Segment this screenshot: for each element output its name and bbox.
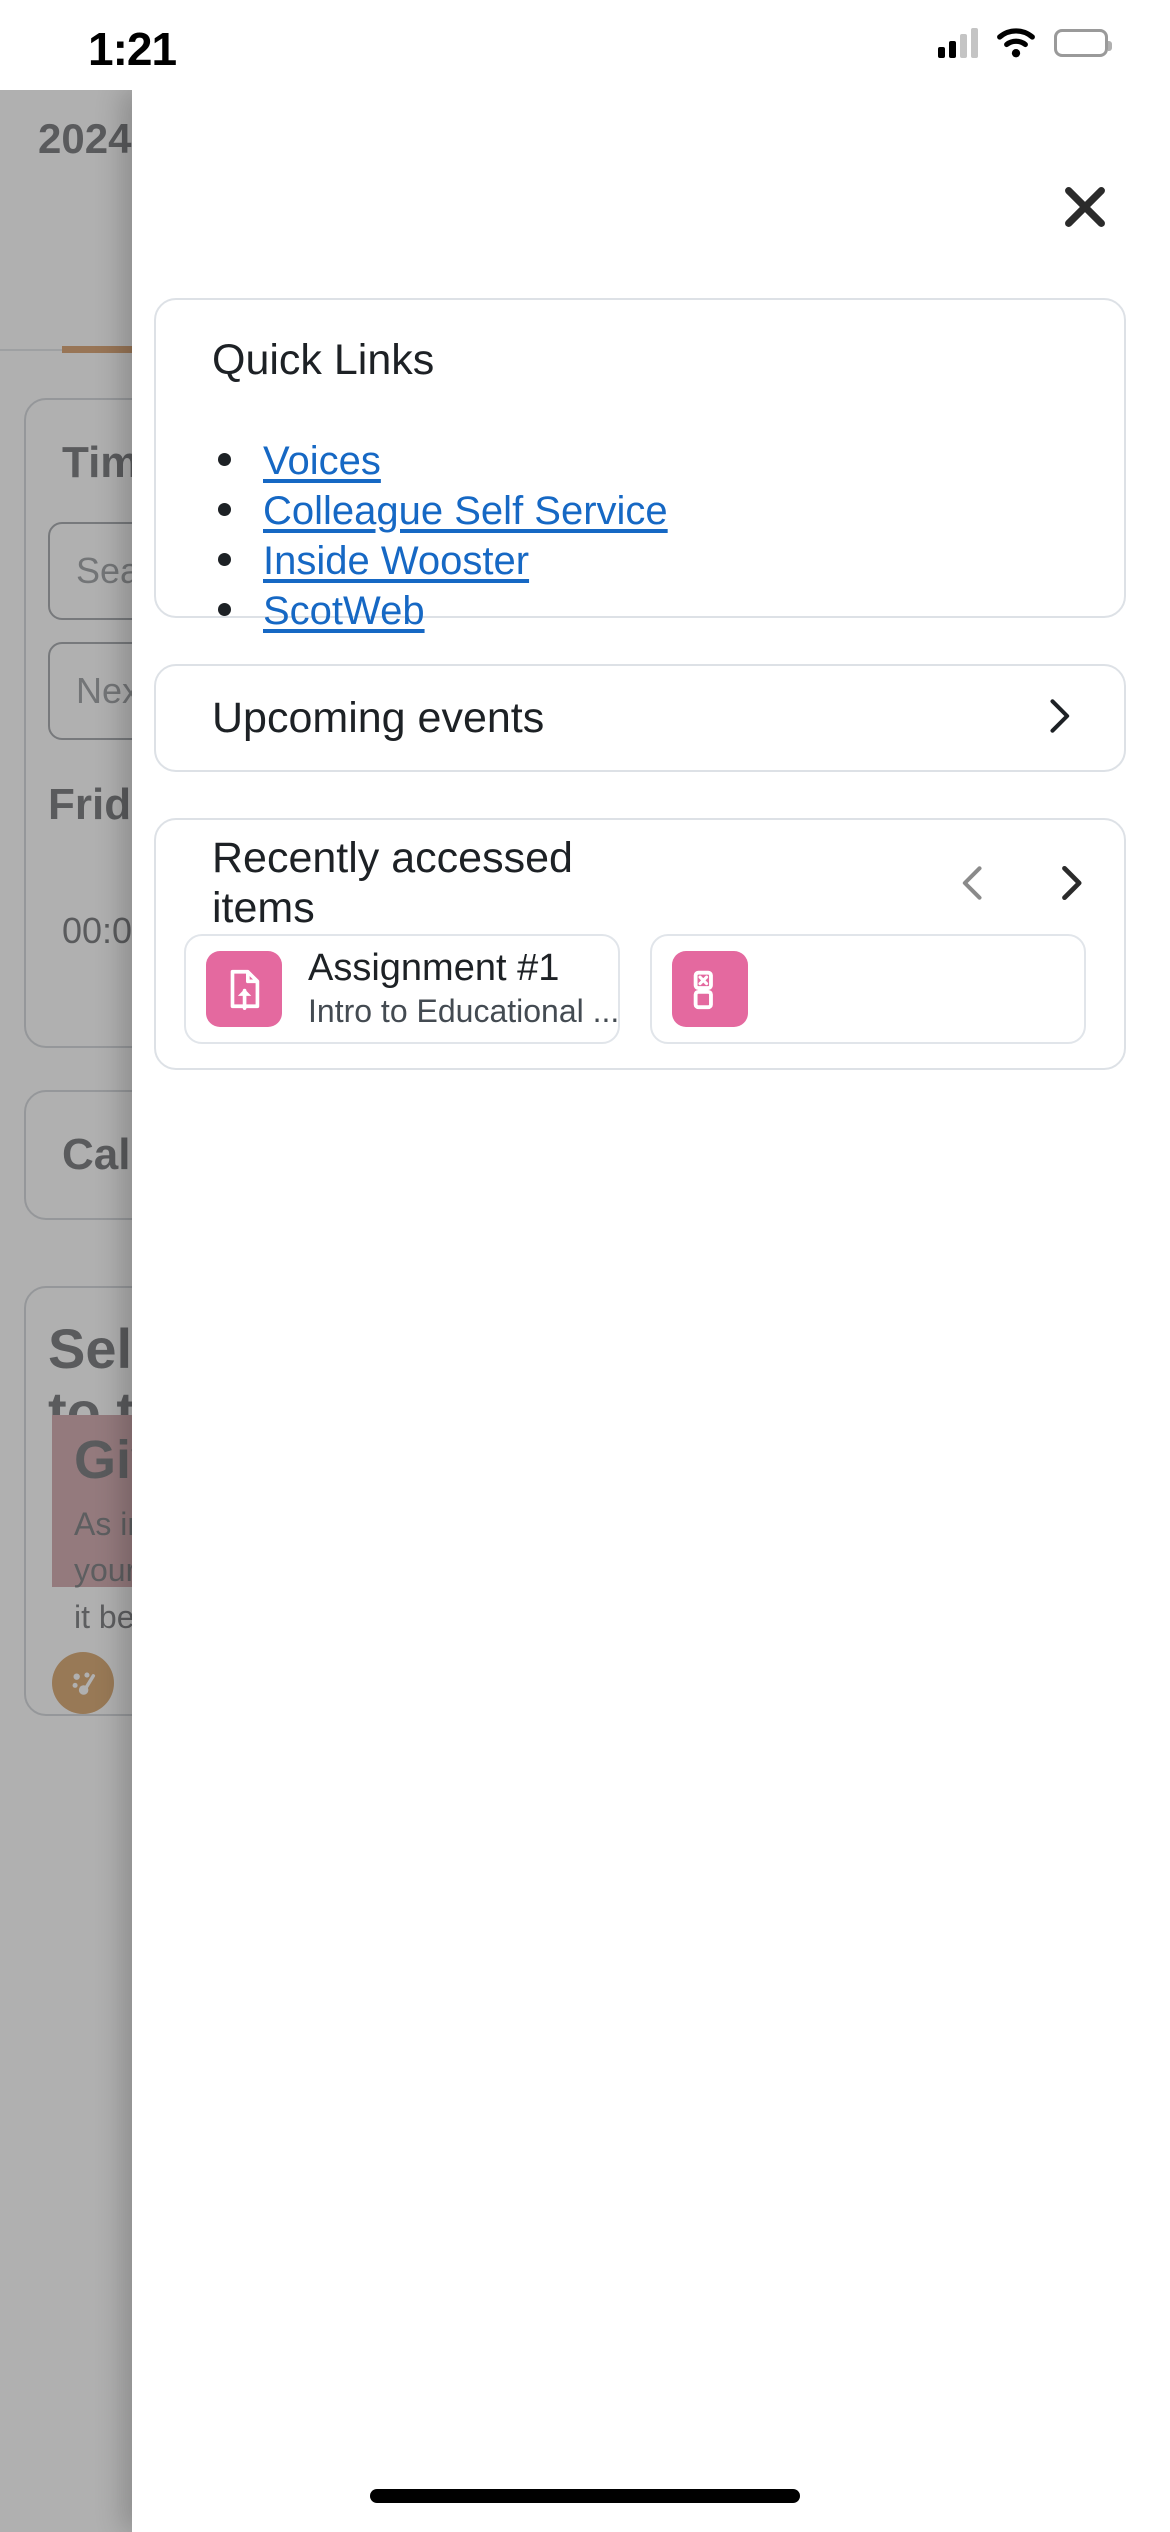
quick-links-title: Quick Links <box>212 336 435 384</box>
recent-item-text: Assignment #1 Intro to Educational ... <box>308 946 618 1032</box>
upcoming-events-card[interactable]: Upcoming events <box>154 664 1126 772</box>
recently-accessed-title: Recently accessed items <box>212 834 573 932</box>
quick-links-card: Quick Links Voices Colleague Self Servic… <box>154 298 1126 633</box>
wifi-icon <box>996 28 1036 58</box>
status-icons <box>938 28 1112 58</box>
chevron-left-icon[interactable] <box>952 856 996 910</box>
phone-screen: 2024-25 Semester 2 Timeline Search by ac… <box>0 0 1170 2532</box>
status-time: 1:21 <box>88 23 177 75</box>
list-item: Voices <box>218 436 668 486</box>
list-item[interactable] <box>650 934 1086 1044</box>
bullet-icon <box>218 453 231 466</box>
recent-item-course: Intro to Educational ... <box>308 992 618 1029</box>
close-icon[interactable] <box>1054 176 1116 238</box>
bullet-icon <box>218 603 231 616</box>
recent-items-carousel[interactable]: Assignment #1 Intro to Educational ... <box>184 934 1170 1044</box>
drawer-header <box>132 90 1170 227</box>
quick-link-colleague-self-service[interactable]: Colleague Self Service <box>263 486 668 536</box>
bullet-icon <box>218 503 231 516</box>
side-drawer: Quick Links Voices Colleague Self Servic… <box>132 90 1170 2532</box>
battery-icon <box>1054 29 1112 57</box>
recently-accessed-card: Recently accessed items Assignment #1 In… <box>154 818 1126 1070</box>
quick-link-voices[interactable]: Voices <box>263 436 381 486</box>
home-indicator-bar <box>370 2489 800 2503</box>
list-item: Inside Wooster <box>218 536 668 586</box>
list-item[interactable]: Assignment #1 Intro to Educational ... <box>184 934 620 1044</box>
chevron-right-icon[interactable] <box>1048 856 1092 910</box>
upcoming-events-row[interactable]: Upcoming events <box>156 666 1124 770</box>
list-item: ScotWeb <box>218 586 668 636</box>
upcoming-events-title: Upcoming events <box>212 693 545 742</box>
quiz-checkbox-icon <box>672 951 748 1027</box>
list-item: Colleague Self Service <box>218 486 668 536</box>
cellular-signal-icon <box>938 28 978 58</box>
quick-links-list: Voices Colleague Self Service Inside Woo… <box>218 436 668 636</box>
assignment-upload-icon <box>206 951 282 1027</box>
status-bar: 1:21 <box>0 0 1170 90</box>
quick-link-scotweb[interactable]: ScotWeb <box>263 586 425 636</box>
bullet-icon <box>218 553 231 566</box>
chevron-right-icon[interactable] <box>1036 689 1080 748</box>
recently-accessed-header: Recently accessed items <box>212 834 1092 934</box>
carousel-controls <box>952 834 1092 910</box>
recent-item-name: Assignment #1 <box>308 947 560 990</box>
quick-link-inside-wooster[interactable]: Inside Wooster <box>263 536 529 586</box>
